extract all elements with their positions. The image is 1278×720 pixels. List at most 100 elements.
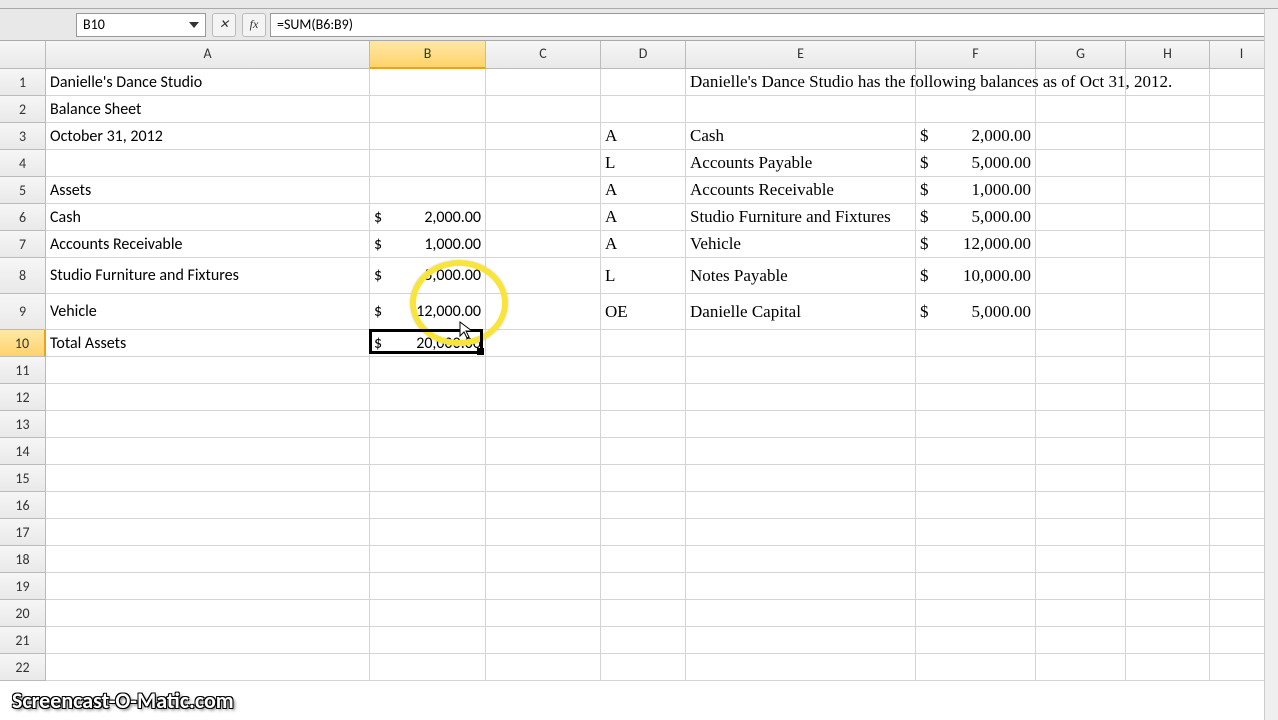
cell-D21[interactable] <box>601 627 686 654</box>
cell-F20[interactable] <box>916 600 1036 627</box>
cell-E20[interactable] <box>686 600 916 627</box>
cell-C16[interactable] <box>486 492 601 519</box>
cell-B12[interactable] <box>370 384 486 411</box>
row-header-4[interactable]: 4 <box>0 150 46 177</box>
cell-A14[interactable] <box>46 438 370 465</box>
select-all-corner[interactable] <box>0 41 46 69</box>
cell-G19[interactable] <box>1036 573 1126 600</box>
cell-D19[interactable] <box>601 573 686 600</box>
cell-H11[interactable] <box>1126 357 1210 384</box>
cell-E1[interactable]: Danielle's Dance Studio has the followin… <box>686 69 916 96</box>
row-header-14[interactable]: 14 <box>0 438 46 465</box>
col-header-B[interactable]: B <box>370 41 486 69</box>
cell-C22[interactable] <box>486 654 601 681</box>
cell-A19[interactable] <box>46 573 370 600</box>
cell-C5[interactable] <box>486 177 601 204</box>
cell-D20[interactable] <box>601 600 686 627</box>
cell-B6[interactable]: $2,000.00 <box>370 204 486 231</box>
formula-bar[interactable]: =SUM(B6:B9) <box>270 13 1274 37</box>
cell-E19[interactable] <box>686 573 916 600</box>
row-header-9[interactable]: 9 <box>0 294 46 330</box>
cell-D16[interactable] <box>601 492 686 519</box>
cell-G16[interactable] <box>1036 492 1126 519</box>
cell-D8[interactable]: L <box>601 258 686 294</box>
cell-D1[interactable] <box>601 69 686 96</box>
cell-F9[interactable]: $5,000.00 <box>916 294 1036 330</box>
cell-A18[interactable] <box>46 546 370 573</box>
row-header-12[interactable]: 12 <box>0 384 46 411</box>
cell-F8[interactable]: $10,000.00 <box>916 258 1036 294</box>
cell-D2[interactable] <box>601 96 686 123</box>
cell-C19[interactable] <box>486 573 601 600</box>
cell-C14[interactable] <box>486 438 601 465</box>
cell-H8[interactable] <box>1126 258 1210 294</box>
col-header-H[interactable]: H <box>1126 41 1210 69</box>
row-header-21[interactable]: 21 <box>0 627 46 654</box>
cell-A13[interactable] <box>46 411 370 438</box>
cell-F17[interactable] <box>916 519 1036 546</box>
cell-A5[interactable]: Assets <box>46 177 370 204</box>
cell-G22[interactable] <box>1036 654 1126 681</box>
cell-B22[interactable] <box>370 654 486 681</box>
cell-F7[interactable]: $12,000.00 <box>916 231 1036 258</box>
cell-E4[interactable]: Accounts Payable <box>686 150 916 177</box>
cell-H16[interactable] <box>1126 492 1210 519</box>
cell-C20[interactable] <box>486 600 601 627</box>
cell-C4[interactable] <box>486 150 601 177</box>
cell-G13[interactable] <box>1036 411 1126 438</box>
cell-D13[interactable] <box>601 411 686 438</box>
cell-G18[interactable] <box>1036 546 1126 573</box>
cell-G4[interactable] <box>1036 150 1126 177</box>
cell-F14[interactable] <box>916 438 1036 465</box>
cell-D10[interactable] <box>601 330 686 357</box>
cell-C15[interactable] <box>486 465 601 492</box>
cell-G5[interactable] <box>1036 177 1126 204</box>
cell-A7[interactable]: Accounts Receivable <box>46 231 370 258</box>
cell-F3[interactable]: $2,000.00 <box>916 123 1036 150</box>
cell-C6[interactable] <box>486 204 601 231</box>
row-header-2[interactable]: 2 <box>0 96 46 123</box>
row-header-3[interactable]: 3 <box>0 123 46 150</box>
cell-G9[interactable] <box>1036 294 1126 330</box>
cell-D4[interactable]: L <box>601 150 686 177</box>
cell-C1[interactable] <box>486 69 601 96</box>
col-header-D[interactable]: D <box>601 41 686 69</box>
cell-B16[interactable] <box>370 492 486 519</box>
cell-D3[interactable]: A <box>601 123 686 150</box>
cell-A3[interactable]: October 31, 2012 <box>46 123 370 150</box>
cell-E17[interactable] <box>686 519 916 546</box>
cell-E2[interactable] <box>686 96 916 123</box>
cell-H9[interactable] <box>1126 294 1210 330</box>
vertical-scrollbar[interactable] <box>1264 9 1278 720</box>
cell-G2[interactable] <box>1036 96 1126 123</box>
cell-C8[interactable] <box>486 258 601 294</box>
cell-E9[interactable]: Danielle Capital <box>686 294 916 330</box>
cell-H20[interactable] <box>1126 600 1210 627</box>
cell-E14[interactable] <box>686 438 916 465</box>
cell-G11[interactable] <box>1036 357 1126 384</box>
cell-E12[interactable] <box>686 384 916 411</box>
cell-C17[interactable] <box>486 519 601 546</box>
cell-H13[interactable] <box>1126 411 1210 438</box>
cell-B18[interactable] <box>370 546 486 573</box>
cell-A4[interactable] <box>46 150 370 177</box>
row-header-8[interactable]: 8 <box>0 258 46 294</box>
cell-A10[interactable]: Total Assets <box>46 330 370 357</box>
cell-A9[interactable]: Vehicle <box>46 294 370 330</box>
row-header-10[interactable]: 10 <box>0 330 46 357</box>
cell-E7[interactable]: Vehicle <box>686 231 916 258</box>
cell-A1[interactable]: Danielle's Dance Studio <box>46 69 370 96</box>
col-header-E[interactable]: E <box>686 41 916 69</box>
fx-icon[interactable]: fx <box>242 13 266 37</box>
cell-D22[interactable] <box>601 654 686 681</box>
col-header-A[interactable]: A <box>46 41 370 69</box>
cell-G8[interactable] <box>1036 258 1126 294</box>
cell-B13[interactable] <box>370 411 486 438</box>
cell-B4[interactable] <box>370 150 486 177</box>
cell-D14[interactable] <box>601 438 686 465</box>
cell-E22[interactable] <box>686 654 916 681</box>
cell-B7[interactable]: $1,000.00 <box>370 231 486 258</box>
cell-E10[interactable] <box>686 330 916 357</box>
row-header-6[interactable]: 6 <box>0 204 46 231</box>
cell-F2[interactable] <box>916 96 1036 123</box>
